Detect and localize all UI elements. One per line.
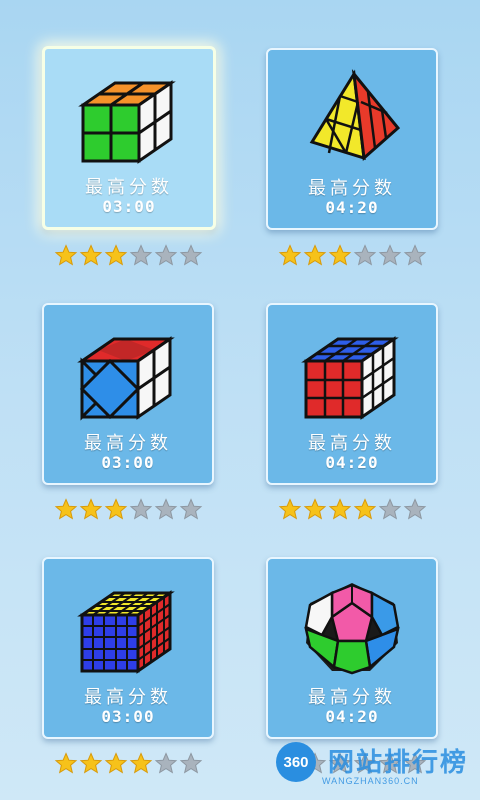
star-empty-icon [129,244,153,266]
star-filled-icon [79,498,103,520]
star-empty-icon [179,498,203,520]
star-empty-icon [179,244,203,266]
best-time: 03:00 [101,707,155,726]
star-filled-icon [278,498,302,520]
star-rating [54,752,203,774]
megaminx-icon [304,583,400,675]
star-rating [54,244,203,266]
high-score-label: 最高分数 [85,177,173,198]
star-rating [278,498,427,520]
cube-2x2-icon [78,80,176,164]
best-time: 04:20 [325,453,379,472]
star-filled-icon [328,498,352,520]
watermark-badge: 360 [276,742,316,782]
high-score-label: 最高分数 [308,433,396,454]
star-filled-icon [353,498,377,520]
star-filled-icon [328,244,352,266]
best-time: 04:20 [325,707,379,726]
star-filled-icon [54,752,78,774]
star-empty-icon [179,752,203,774]
star-filled-icon [129,752,153,774]
star-empty-icon [378,498,402,520]
star-empty-icon [403,498,427,520]
star-filled-icon [303,498,327,520]
star-empty-icon [403,244,427,266]
level-card-skewb[interactable]: 最高分数 03:00 [42,303,214,485]
star-filled-icon [54,244,78,266]
star-filled-icon [278,244,302,266]
star-filled-icon [303,244,327,266]
star-empty-icon [129,498,153,520]
star-filled-icon [79,752,103,774]
level-card-megaminx[interactable]: 最高分数 04:20 [266,557,438,739]
star-filled-icon [79,244,103,266]
high-score-label: 最高分数 [84,687,172,708]
high-score-label: 最高分数 [308,178,396,199]
star-empty-icon [154,244,178,266]
star-empty-icon [154,752,178,774]
best-time: 03:00 [101,453,155,472]
high-score-label: 最高分数 [308,687,396,708]
star-rating [54,498,203,520]
star-filled-icon [54,498,78,520]
best-time: 03:00 [102,197,156,216]
star-empty-icon [353,244,377,266]
watermark-title: 网站排行榜 [328,748,469,778]
skewb-icon [77,336,175,421]
level-card-pyraminx[interactable]: 最高分数 04:20 [266,48,438,230]
star-filled-icon [104,244,128,266]
level-card-5x5[interactable]: 最高分数 03:00 [42,557,214,739]
cube-3x3-icon [301,336,399,420]
star-empty-icon [378,244,402,266]
star-rating [278,244,427,266]
pyraminx-icon [309,69,401,162]
star-empty-icon [154,498,178,520]
watermark: 360 网站排行榜 WANGZHAN360.CN [270,738,480,794]
level-card-2x2[interactable]: 最高分数 03:00 [42,46,216,230]
star-filled-icon [104,752,128,774]
watermark-subtitle: WANGZHAN360.CN [322,776,419,786]
cube-5x5-icon [77,590,175,674]
star-filled-icon [104,498,128,520]
level-card-3x3[interactable]: 最高分数 04:20 [266,303,438,485]
best-time: 04:20 [325,198,379,217]
high-score-label: 最高分数 [84,433,172,454]
